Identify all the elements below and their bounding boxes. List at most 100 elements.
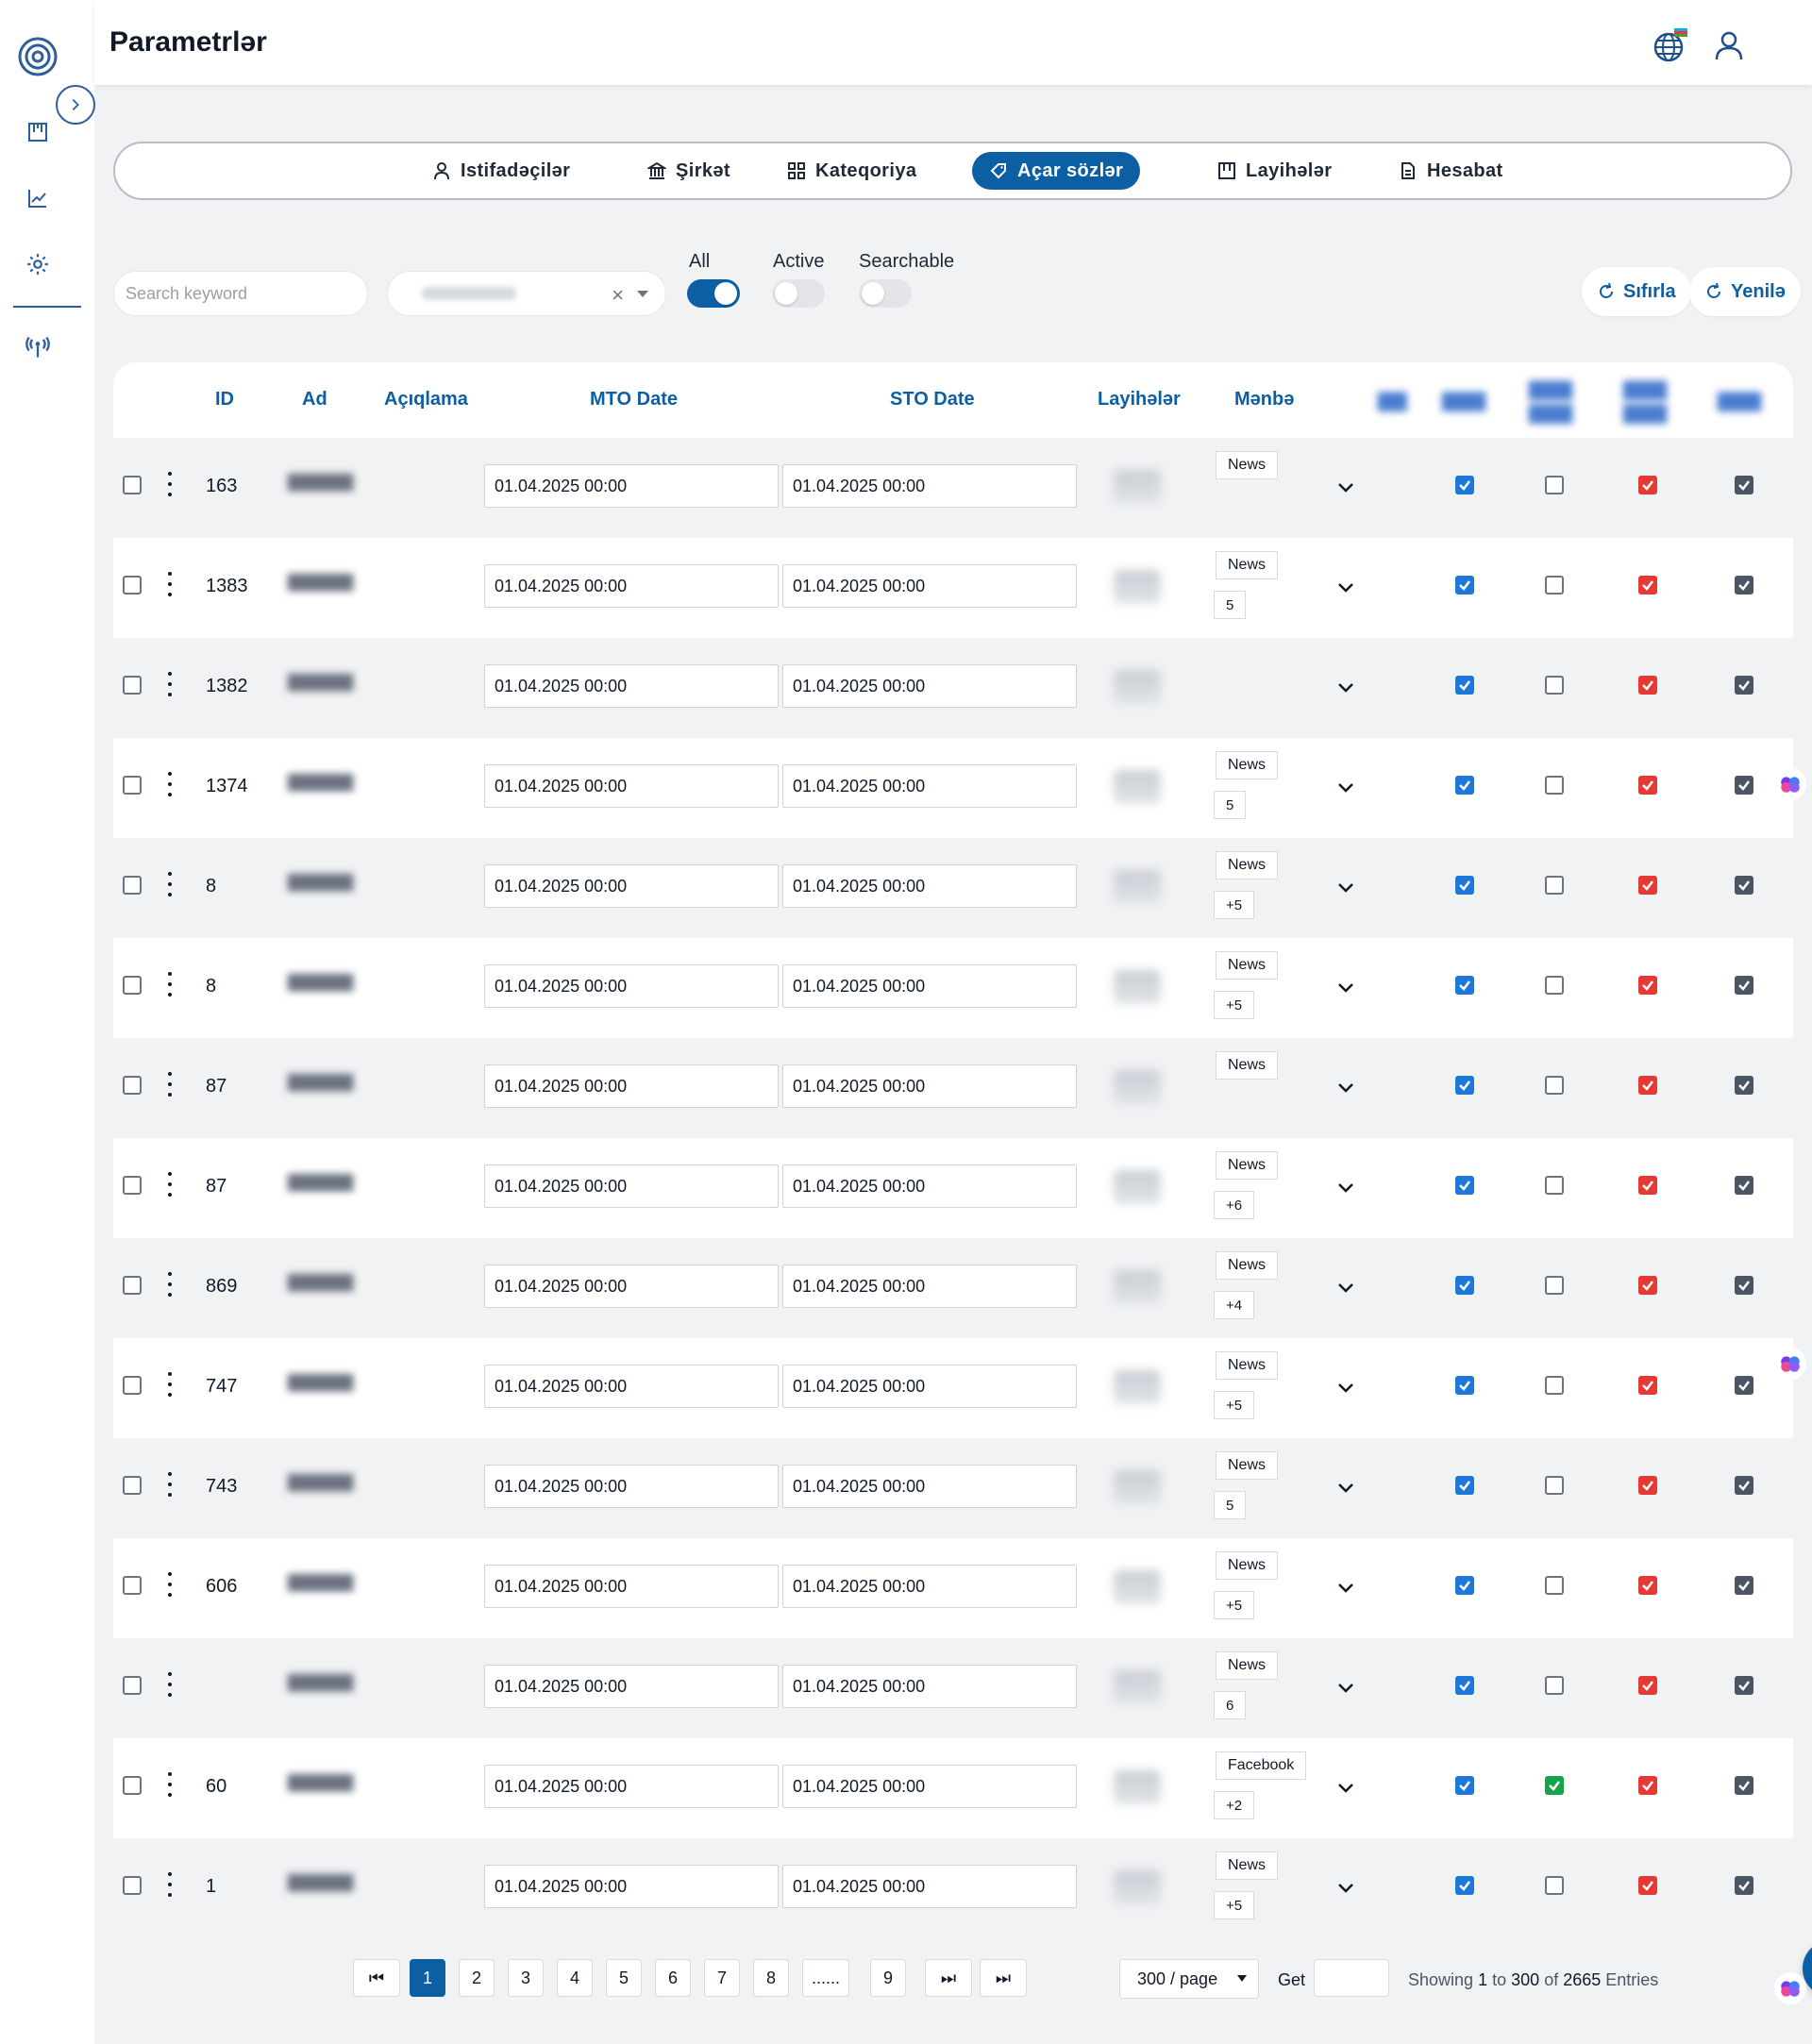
- mto-date-input[interactable]: 01.04.2025 00:00: [484, 964, 779, 1008]
- row-select-checkbox[interactable]: [123, 1676, 142, 1695]
- chevron-down-icon[interactable]: [1336, 1478, 1355, 1497]
- page-button[interactable]: 5: [606, 1959, 642, 1997]
- app-logo-icon[interactable]: [17, 36, 59, 77]
- source-more-badge[interactable]: 5: [1214, 791, 1247, 819]
- row-select-checkbox[interactable]: [123, 1876, 142, 1895]
- source-more-badge[interactable]: 6: [1214, 1691, 1247, 1719]
- search-input[interactable]: Search keyword: [113, 271, 368, 316]
- chevron-down-icon[interactable]: [1336, 1178, 1355, 1197]
- flag-checkbox-3[interactable]: [1638, 1276, 1657, 1295]
- chevron-down-icon[interactable]: [1336, 1378, 1355, 1397]
- flag-checkbox-2[interactable]: [1545, 1576, 1564, 1595]
- flag-checkbox-4[interactable]: [1735, 476, 1753, 494]
- row-select-checkbox[interactable]: [123, 676, 142, 695]
- reset-button[interactable]: Sıfırla: [1582, 267, 1691, 316]
- mto-date-input[interactable]: 01.04.2025 00:00: [484, 1365, 779, 1408]
- flag-checkbox-3[interactable]: [1638, 1576, 1657, 1595]
- flag-checkbox-1[interactable]: [1455, 1576, 1474, 1595]
- flag-checkbox-1[interactable]: [1455, 1276, 1474, 1295]
- tab-report[interactable]: Hesabat: [1382, 152, 1520, 190]
- sto-date-input[interactable]: 01.04.2025 00:00: [782, 1164, 1077, 1208]
- flag-checkbox-4[interactable]: [1735, 1376, 1753, 1395]
- source-more-badge[interactable]: +5: [1214, 1891, 1255, 1919]
- sto-date-input[interactable]: 01.04.2025 00:00: [782, 464, 1077, 508]
- flag-checkbox-3[interactable]: [1638, 776, 1657, 795]
- mto-date-input[interactable]: 01.04.2025 00:00: [484, 1164, 779, 1208]
- switch-all-toggle[interactable]: [687, 279, 740, 308]
- source-more-badge[interactable]: +5: [1214, 891, 1255, 919]
- assistant-brain-icon[interactable]: [1774, 1348, 1806, 1380]
- flag-checkbox-2[interactable]: [1545, 776, 1564, 795]
- chevron-down-icon[interactable]: [1336, 1578, 1355, 1597]
- nav-broadcast-icon[interactable]: [23, 332, 53, 362]
- switch-searchable-toggle[interactable]: [859, 279, 912, 308]
- flag-checkbox-3[interactable]: [1638, 1676, 1657, 1695]
- assistant-brain-icon[interactable]: [1774, 1972, 1806, 2004]
- page-button[interactable]: 3: [508, 1959, 544, 1997]
- sto-date-input[interactable]: 01.04.2025 00:00: [782, 1765, 1077, 1808]
- flag-checkbox-1[interactable]: [1455, 776, 1474, 795]
- chevron-down-icon[interactable]: [1336, 1878, 1355, 1897]
- chevron-down-icon[interactable]: [1336, 878, 1355, 896]
- row-select-checkbox[interactable]: [123, 1476, 142, 1495]
- flag-checkbox-1[interactable]: [1455, 1076, 1474, 1095]
- row-actions-icon[interactable]: [166, 872, 174, 896]
- column-projects[interactable]: Layihələr: [1098, 389, 1181, 410]
- source-more-badge[interactable]: 5: [1214, 591, 1247, 619]
- source-select[interactable]: ×: [387, 271, 666, 316]
- mto-date-input[interactable]: 01.04.2025 00:00: [484, 864, 779, 908]
- column-sto-date[interactable]: STO Date: [890, 389, 975, 410]
- flag-checkbox-1[interactable]: [1455, 576, 1474, 595]
- flag-checkbox-4[interactable]: [1735, 1276, 1753, 1295]
- flag-checkbox-1[interactable]: [1455, 1876, 1474, 1895]
- sidebar-toggle-button[interactable]: [56, 85, 95, 125]
- language-globe-icon[interactable]: [1652, 26, 1689, 64]
- row-select-checkbox[interactable]: [123, 1276, 142, 1295]
- row-actions-icon[interactable]: [166, 1472, 174, 1497]
- chevron-down-icon[interactable]: [1336, 978, 1355, 997]
- flag-checkbox-4[interactable]: [1735, 576, 1753, 595]
- source-more-badge[interactable]: +6: [1214, 1191, 1255, 1219]
- chevron-down-icon[interactable]: [1336, 1278, 1355, 1297]
- flag-checkbox-2[interactable]: [1545, 1776, 1564, 1795]
- flag-checkbox-3[interactable]: [1638, 976, 1657, 995]
- flag-checkbox-2[interactable]: [1545, 976, 1564, 995]
- sto-date-input[interactable]: 01.04.2025 00:00: [782, 1565, 1077, 1608]
- row-select-checkbox[interactable]: [123, 776, 142, 795]
- chevron-down-icon[interactable]: [1336, 1778, 1355, 1797]
- flag-checkbox-2[interactable]: [1545, 1876, 1564, 1895]
- flag-checkbox-4[interactable]: [1735, 1776, 1753, 1795]
- chevron-down-icon[interactable]: [1336, 477, 1355, 496]
- source-more-badge[interactable]: +5: [1214, 1591, 1255, 1619]
- flag-checkbox-1[interactable]: [1455, 476, 1474, 494]
- row-actions-icon[interactable]: [166, 1072, 174, 1097]
- nav-settings-gear-icon[interactable]: [23, 249, 53, 279]
- sto-date-input[interactable]: 01.04.2025 00:00: [782, 964, 1077, 1008]
- last-page-button[interactable]: ⏭: [980, 1959, 1027, 1997]
- flag-checkbox-3[interactable]: [1638, 1776, 1657, 1795]
- flag-checkbox-3[interactable]: [1638, 876, 1657, 895]
- source-more-badge[interactable]: +5: [1214, 1391, 1255, 1419]
- sto-date-input[interactable]: 01.04.2025 00:00: [782, 1665, 1077, 1708]
- page-button[interactable]: 6: [655, 1959, 691, 1997]
- mto-date-input[interactable]: 01.04.2025 00:00: [484, 1865, 779, 1908]
- flag-checkbox-4[interactable]: [1735, 1676, 1753, 1695]
- flag-checkbox-3[interactable]: [1638, 676, 1657, 695]
- flag-checkbox-1[interactable]: [1455, 676, 1474, 695]
- sto-date-input[interactable]: 01.04.2025 00:00: [782, 864, 1077, 908]
- refresh-button[interactable]: Yenilə: [1689, 267, 1801, 316]
- mto-date-input[interactable]: 01.04.2025 00:00: [484, 1565, 779, 1608]
- chevron-down-icon[interactable]: [637, 291, 648, 297]
- flag-checkbox-2[interactable]: [1545, 876, 1564, 895]
- row-select-checkbox[interactable]: [123, 976, 142, 995]
- flag-checkbox-1[interactable]: [1455, 1476, 1474, 1495]
- column-source[interactable]: Mənbə: [1234, 389, 1294, 410]
- row-actions-icon[interactable]: [166, 1572, 174, 1597]
- flag-checkbox-4[interactable]: [1735, 1576, 1753, 1595]
- flag-checkbox-2[interactable]: [1545, 576, 1564, 595]
- sto-date-input[interactable]: 01.04.2025 00:00: [782, 564, 1077, 608]
- flag-checkbox-1[interactable]: [1455, 1176, 1474, 1195]
- flag-checkbox-3[interactable]: [1638, 1876, 1657, 1895]
- nav-board-icon[interactable]: [23, 117, 53, 147]
- flag-checkbox-1[interactable]: [1455, 876, 1474, 895]
